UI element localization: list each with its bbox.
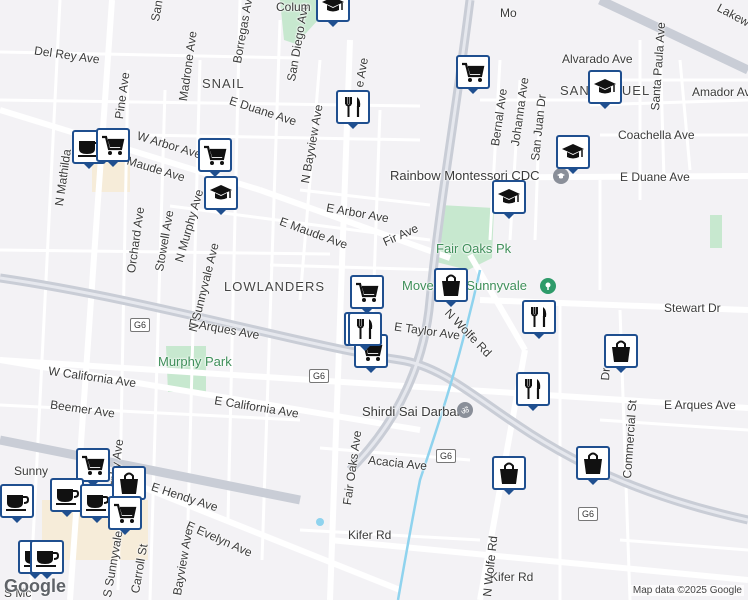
shopping-cart-marker-icon[interactable] [96, 128, 130, 167]
shopping-cart-marker-icon[interactable] [456, 55, 490, 94]
map-attribution[interactable]: Map data ©2025 Google [630, 585, 744, 596]
shopping-cart-marker-icon[interactable] [108, 496, 142, 535]
shopping-cart-marker-icon[interactable] [350, 275, 384, 314]
shopping-bag-marker-icon[interactable] [112, 466, 146, 505]
route-shield: G6 [130, 318, 150, 332]
street-label: Colum [276, 0, 311, 14]
shopping-bag-marker-icon[interactable] [604, 334, 638, 373]
route-shield: G6 [436, 449, 456, 463]
street-label: E Arques Ave [664, 398, 736, 412]
street-label: Coachella Ave [618, 128, 695, 142]
google-logo: Google [4, 576, 66, 596]
map-canvas[interactable]: SNAIL LOWLANDERS SAN MIGUEL Del Rey Ave … [0, 0, 748, 600]
street-label: E Duane Ave [620, 170, 690, 184]
street-label: Amador Ave [692, 85, 748, 99]
coffee-marker-icon[interactable] [30, 540, 64, 579]
street-label: Stewart Dr [664, 301, 721, 315]
neighborhood-label: SNAIL [202, 76, 245, 91]
school-marker-icon[interactable] [204, 176, 238, 215]
place-label: Shirdi Sai Darbar [362, 404, 461, 419]
gym-poi-icon [540, 278, 556, 294]
school-marker-icon[interactable] [588, 70, 622, 109]
street-label: Sunny [14, 464, 49, 478]
shopping-bag-marker-icon[interactable] [434, 268, 468, 307]
restaurant-marker-icon[interactable] [336, 90, 370, 129]
neighborhood-label: LOWLANDERS [224, 279, 326, 294]
school-marker-icon[interactable] [316, 0, 350, 27]
place-label-park: Fair Oaks Pk [436, 241, 512, 256]
worship-poi-icon: ॐ [457, 402, 473, 418]
street-label: Dr [598, 367, 613, 381]
street-label: Mo [500, 6, 517, 20]
shopping-cart-marker-icon[interactable] [76, 448, 110, 487]
street-label: Kifer Rd [348, 528, 392, 542]
school-marker-icon[interactable] [492, 180, 526, 219]
restaurant-marker-icon[interactable] [348, 312, 382, 351]
school-marker-icon[interactable] [556, 135, 590, 174]
restaurant-marker-icon[interactable] [516, 372, 550, 411]
shopping-bag-marker-icon[interactable] [576, 446, 610, 485]
place-label-park: Murphy Park [158, 354, 232, 369]
coffee-marker-icon[interactable] [50, 478, 84, 517]
coffee-marker-icon[interactable] [0, 484, 34, 523]
pond [316, 518, 324, 526]
park-east-strip [710, 215, 722, 248]
shopping-cart-marker-icon[interactable] [198, 138, 232, 177]
svg-text:ॐ: ॐ [461, 406, 469, 415]
route-shield: G6 [578, 507, 598, 521]
restaurant-marker-icon[interactable] [522, 300, 556, 339]
street-label: Alvarado Ave [562, 52, 633, 66]
route-shield: G6 [309, 369, 329, 383]
shopping-bag-marker-icon[interactable] [492, 456, 526, 495]
